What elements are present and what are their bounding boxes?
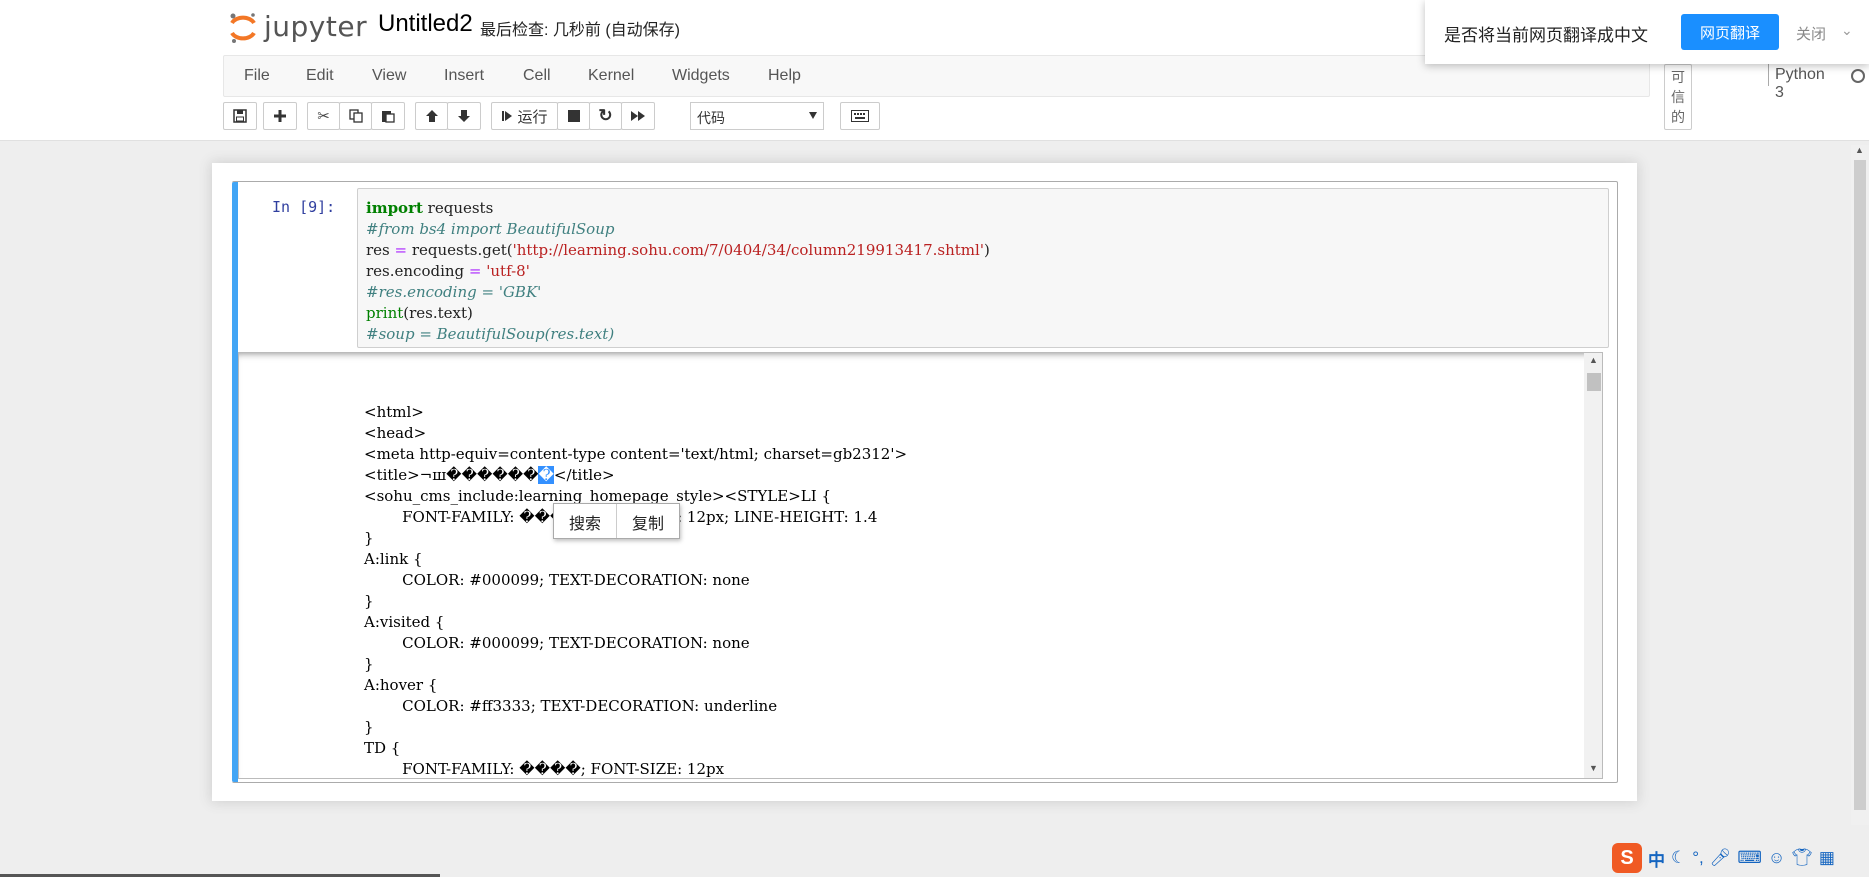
- close-button[interactable]: 关闭: [1796, 23, 1826, 44]
- code-line: res.encoding = 'utf-8': [366, 262, 530, 280]
- arrow-down-icon: [458, 110, 470, 122]
- microphone-icon[interactable]: 🎤︎: [1710, 848, 1732, 868]
- output-scroll-thumb[interactable]: [1587, 373, 1601, 391]
- output-line: A:visited {: [364, 613, 445, 631]
- cell-type-value: 代码: [697, 110, 725, 126]
- translate-button[interactable]: 网页翻译: [1681, 14, 1779, 50]
- keyboard-icon[interactable]: ⌨: [1737, 848, 1762, 868]
- context-menu: 搜索 复制: [553, 503, 681, 539]
- move-up-button[interactable]: [415, 102, 448, 130]
- output-line: <html>: [364, 403, 424, 421]
- scissors-icon: ✂: [317, 108, 330, 125]
- output-line: }: [364, 655, 374, 673]
- refresh-icon: ↻: [598, 106, 613, 125]
- save-icon: [233, 109, 247, 123]
- notebook-title[interactable]: Untitled2: [378, 10, 473, 38]
- trusted-indicator[interactable]: 可信的: [1664, 64, 1692, 130]
- cell-type-select[interactable]: 代码: [690, 102, 824, 130]
- sogou-logo-icon[interactable]: S: [1612, 843, 1642, 873]
- move-down-button[interactable]: [447, 102, 481, 130]
- menu-help[interactable]: Help: [768, 67, 801, 85]
- scroll-up-icon[interactable]: ▲: [1855, 145, 1864, 155]
- jupyter-logo-icon: [228, 11, 258, 43]
- keyboard-icon: [851, 110, 869, 122]
- command-palette-button[interactable]: [840, 102, 880, 130]
- scroll-up-icon[interactable]: ▲: [1589, 355, 1598, 365]
- user-icon[interactable]: ☺: [1768, 848, 1785, 868]
- run-button[interactable]: 运行: [491, 102, 558, 130]
- restart-run-all-button[interactable]: [621, 102, 655, 130]
- output-line: TD {: [364, 739, 401, 757]
- output-scrollbar[interactable]: ▲ ▼: [1584, 353, 1602, 778]
- interrupt-button[interactable]: [557, 102, 590, 130]
- grid-icon[interactable]: ▦: [1819, 848, 1835, 868]
- menu-widgets[interactable]: Widgets: [672, 67, 730, 85]
- logo-text: jupyter: [264, 9, 368, 43]
- code-line: print(res.text): [366, 304, 473, 322]
- caret-down-icon: [809, 112, 817, 119]
- code-line: res = requests.get('http://learning.sohu…: [366, 241, 990, 259]
- moon-icon[interactable]: ☾: [1671, 848, 1686, 868]
- kernel-name: Python 3: [1775, 66, 1825, 101]
- output-line: }: [364, 529, 374, 547]
- page-scrollbar[interactable]: ▲: [1851, 145, 1869, 825]
- notebook-container: In [9]: import requests #from bs4 import…: [212, 163, 1637, 801]
- output-line: COLOR: #000099; TEXT-DECORATION: none: [364, 634, 750, 652]
- output-line: FONT-FAMILY: ����; FONT-SIZE: 12px: [364, 760, 725, 778]
- menu-insert[interactable]: Insert: [444, 67, 484, 85]
- input-prompt: In [9]:: [272, 198, 336, 216]
- scroll-down-icon[interactable]: ▼: [1589, 763, 1598, 773]
- code-line: import requests: [366, 199, 494, 217]
- stop-icon: [567, 110, 580, 122]
- chevron-down-icon[interactable]: ⌄: [1841, 22, 1853, 39]
- arrow-up-icon: [425, 110, 438, 122]
- menu-edit[interactable]: Edit: [306, 67, 334, 85]
- kernel-separator: [1768, 64, 1769, 86]
- menu-kernel[interactable]: Kernel: [588, 67, 634, 85]
- selected-text: �: [538, 466, 554, 484]
- kernel-idle-icon: [1851, 69, 1865, 83]
- menu-view[interactable]: View: [372, 67, 406, 85]
- menu-file[interactable]: File: [244, 67, 270, 85]
- paste-button[interactable]: [371, 102, 405, 130]
- run-label: 运行: [517, 108, 548, 126]
- save-button[interactable]: [223, 102, 257, 130]
- paste-icon: [382, 111, 395, 123]
- copy-button[interactable]: [339, 102, 372, 130]
- output-line: COLOR: #ff3333; TEXT-DECORATION: underli…: [364, 697, 778, 715]
- ime-mode-toggle[interactable]: 中: [1648, 846, 1665, 871]
- output-area[interactable]: <html> <head> <meta http-equiv=content-t…: [238, 352, 1603, 779]
- output-line: <head>: [364, 424, 427, 442]
- ime-toolbar: S 中 ☾ °, 🎤︎ ⌨ ☺ 👕︎ ▦: [1612, 842, 1835, 874]
- copy-menu-item[interactable]: 复制: [616, 504, 679, 538]
- code-line: #from bs4 import BeautifulSoup: [366, 220, 615, 238]
- output-title-line: <title>¬ш�������</title>: [364, 466, 615, 484]
- cut-button[interactable]: ✂: [307, 102, 340, 130]
- punctuation-icon[interactable]: °,: [1692, 848, 1704, 868]
- output-line: }: [364, 592, 374, 610]
- checkpoint-status: 最后检查: 几秒前 (自动保存): [480, 22, 680, 39]
- restart-button[interactable]: ↻: [589, 102, 622, 130]
- copy-icon: [348, 109, 363, 123]
- output-line: A:link {: [364, 550, 423, 568]
- code-cell[interactable]: In [9]: import requests #from bs4 import…: [232, 181, 1618, 783]
- translate-popup: 是否将当前网页翻译成中文 网页翻译 关闭 ⌄: [1425, 0, 1869, 64]
- menu-cell[interactable]: Cell: [523, 67, 551, 85]
- jupyter-logo[interactable]: jupyter: [228, 6, 367, 46]
- code-line: #res.encoding = 'GBK': [366, 283, 542, 301]
- output-line: }: [364, 718, 374, 736]
- skin-icon[interactable]: 👕︎: [1791, 848, 1813, 868]
- fast-forward-icon: [631, 111, 645, 121]
- add-cell-button[interactable]: [263, 102, 297, 130]
- page-scroll-thumb[interactable]: [1854, 160, 1866, 810]
- code-editor[interactable]: import requests #from bs4 import Beautif…: [357, 188, 1609, 348]
- translate-message: 是否将当前网页翻译成中文: [1444, 26, 1648, 45]
- plus-icon: [274, 110, 286, 122]
- output-line: <meta http-equiv=content-type content='t…: [364, 445, 908, 463]
- code-line: #soup = BeautifulSoup(res.text): [366, 325, 615, 343]
- output-line: A:hover {: [364, 676, 438, 694]
- step-forward-icon: [502, 111, 513, 121]
- output-line: COLOR: #000099; TEXT-DECORATION: none: [364, 571, 750, 589]
- search-menu-item[interactable]: 搜索: [554, 504, 616, 538]
